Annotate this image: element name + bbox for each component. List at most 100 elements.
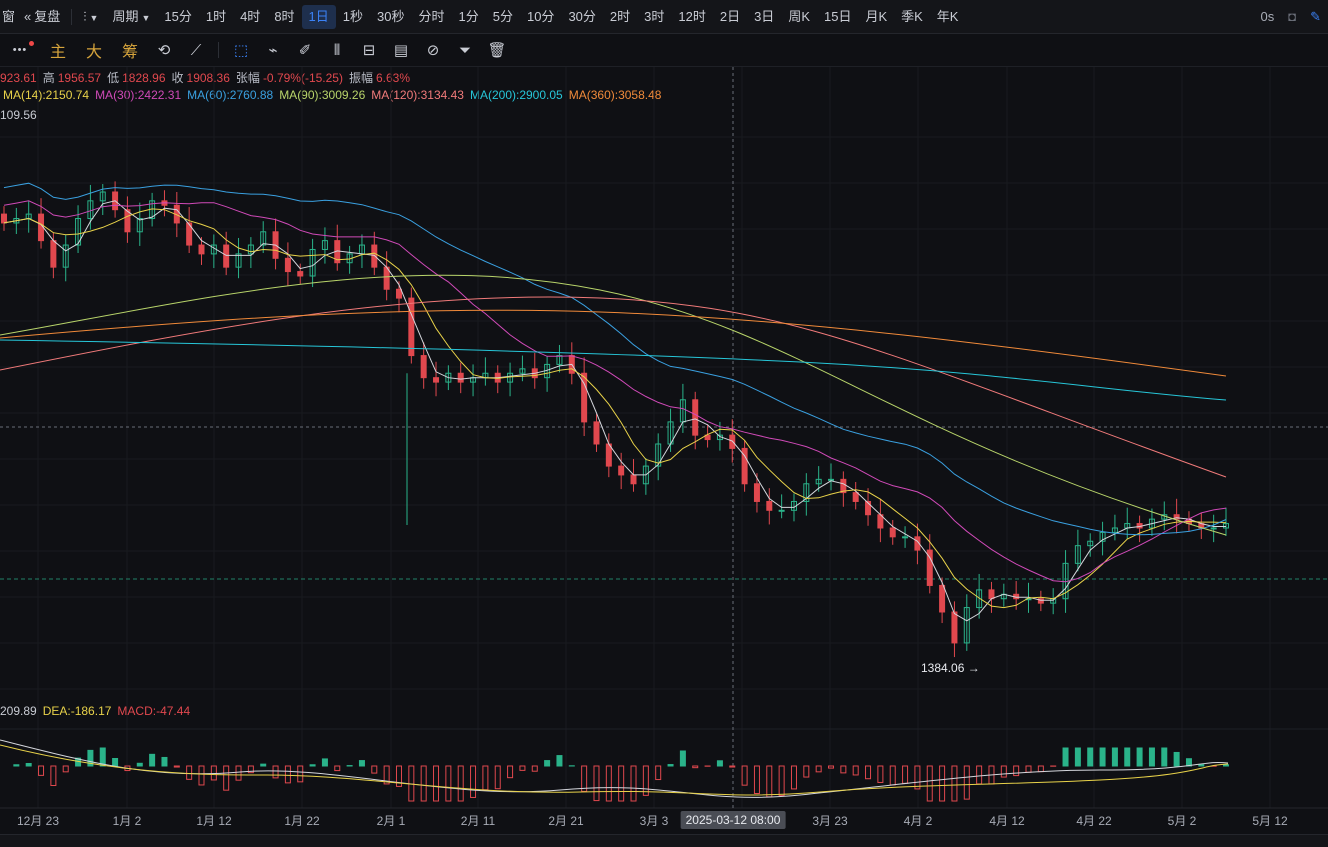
draw-pencil-icon[interactable]: ✎ — [1303, 5, 1328, 29]
macd-bar — [1075, 748, 1080, 766]
macd-bar — [557, 756, 562, 766]
x-axis-label: 4月 22 — [1076, 812, 1111, 829]
candle-body — [582, 373, 587, 422]
magnet-icon[interactable]: ⊘ — [417, 34, 449, 66]
period-3[interactable]: 8时 — [267, 5, 301, 29]
macd-bar — [915, 766, 920, 789]
ohlc-legend: 923.61高1956.57低1828.96收1908.36张幅-0.79%(-… — [0, 69, 416, 86]
period-12[interactable]: 2时 — [603, 5, 637, 29]
period-0[interactable]: 15分 — [157, 5, 198, 29]
candle-body — [977, 590, 982, 608]
candle-body — [39, 214, 44, 241]
period-19[interactable]: 月K — [858, 5, 894, 29]
period-14[interactable]: 12时 — [671, 5, 712, 29]
macd-bar — [532, 766, 537, 771]
cursor-date-label: 2025-03-12 08:00 — [681, 811, 786, 829]
period-dropdown[interactable]: 周期▼ — [105, 5, 157, 29]
period-20[interactable]: 季K — [894, 5, 930, 29]
period-1[interactable]: 1时 — [199, 5, 233, 29]
period-4[interactable]: 1日 — [302, 5, 336, 29]
macd-bar — [545, 761, 550, 766]
camera-icon[interactable]: ◘ — [1281, 5, 1303, 29]
candle-body — [717, 435, 722, 439]
indicator-main-label: 主 — [50, 38, 66, 62]
period-18[interactable]: 15日 — [817, 5, 858, 29]
candle-body — [606, 444, 611, 466]
candle-body — [310, 249, 315, 276]
candle-body — [915, 537, 920, 550]
period-17[interactable]: 周K — [781, 5, 817, 29]
macd-bar — [903, 766, 908, 783]
period-15[interactable]: 2日 — [713, 5, 747, 29]
ma90-line — [0, 275, 1226, 535]
indicator-chip-button[interactable]: 筹 — [112, 34, 148, 66]
period-7[interactable]: 分时 — [411, 5, 451, 29]
candle-body — [199, 245, 204, 254]
candle-body — [1186, 519, 1191, 523]
trash-icon[interactable]: 🗑 — [481, 34, 513, 66]
more-icon: ••• — [13, 44, 28, 56]
period-9[interactable]: 5分 — [486, 5, 520, 29]
low-price-marker: 1384.06 → — [921, 661, 980, 675]
settings-indicator-icon[interactable]: ⟲ — [148, 34, 180, 66]
period-5[interactable]: 1秒 — [336, 5, 370, 29]
period-21[interactable]: 年K — [930, 5, 966, 29]
candle-body — [2, 214, 7, 223]
macd-bar — [668, 765, 673, 766]
brush-icon[interactable]: ✐ — [289, 34, 321, 66]
period-2[interactable]: 4时 — [233, 5, 267, 29]
macd-bar — [199, 766, 204, 785]
macd-bar — [63, 766, 68, 772]
macd-bar — [878, 766, 883, 782]
candle-body — [829, 479, 834, 480]
bars-tool-icon[interactable]: ⫴ — [321, 34, 353, 66]
candle-body — [532, 369, 537, 378]
macd-bar — [866, 766, 871, 779]
period-8[interactable]: 1分 — [452, 5, 486, 29]
ohlc-low-label: 低 — [107, 71, 119, 85]
macd-legend-item: 209.89 — [0, 704, 37, 718]
more-button[interactable]: ••• — [0, 34, 40, 66]
note-icon[interactable]: ▤ — [385, 34, 417, 66]
price-chart[interactable]: 1384.06 → — [0, 0, 1328, 846]
macd-bar — [137, 763, 142, 766]
ma-legend: MA(14):2150.74MA(30):2422.31MA(60):2760.… — [3, 88, 667, 102]
candle-body — [940, 585, 945, 612]
indicator-big-button[interactable]: 大 — [76, 34, 112, 66]
x-axis-label: 1月 2 — [113, 812, 142, 829]
x-axis-label: 12月 23 — [17, 812, 59, 829]
window-button[interactable]: 窗 — [0, 5, 22, 29]
period-13[interactable]: 3时 — [637, 5, 671, 29]
indicator-main-button[interactable]: 主 — [40, 34, 76, 66]
chevron-down-icon: ▼ — [90, 13, 99, 23]
macd-bar — [1224, 765, 1229, 766]
macd-bar — [816, 766, 821, 772]
latency-indicator: 0s — [1254, 5, 1282, 29]
ruler-icon[interactable]: ⟋ — [180, 34, 212, 66]
candle-body — [285, 258, 290, 271]
replay-button[interactable]: «复盘 — [22, 5, 67, 29]
window-label: 窗 — [2, 9, 15, 24]
period-11[interactable]: 30分 — [561, 5, 602, 29]
candle-body — [421, 356, 426, 378]
period-10[interactable]: 10分 — [520, 5, 561, 29]
candle-body — [680, 400, 685, 422]
x-axis-label: 3月 3 — [640, 812, 669, 829]
x-axis-label: 1月 22 — [284, 812, 319, 829]
candle-body — [1063, 563, 1068, 598]
macd-bar — [829, 766, 834, 768]
period-6[interactable]: 30秒 — [370, 5, 411, 29]
candle-body — [619, 466, 624, 475]
macd-bar — [1112, 748, 1117, 766]
period-toolbar: 窗 «复盘 ⫶▼ 周期▼ 15分1时4时8时1日1秒30秒分时1分5分10分30… — [0, 0, 1328, 34]
lock-icon[interactable]: ⊟ — [353, 34, 385, 66]
candle-body — [187, 223, 192, 245]
chart-type-button[interactable]: ⫶▼ — [76, 5, 105, 29]
line-tool-icon[interactable]: ⌁ — [257, 34, 289, 66]
period-16[interactable]: 3日 — [747, 5, 781, 29]
macd-bar — [890, 766, 895, 785]
select-cursor-icon[interactable]: ⬚ — [225, 34, 257, 66]
candle-body — [483, 373, 488, 377]
filter-icon[interactable]: ⏷ — [449, 34, 481, 66]
candle-body — [236, 254, 241, 267]
